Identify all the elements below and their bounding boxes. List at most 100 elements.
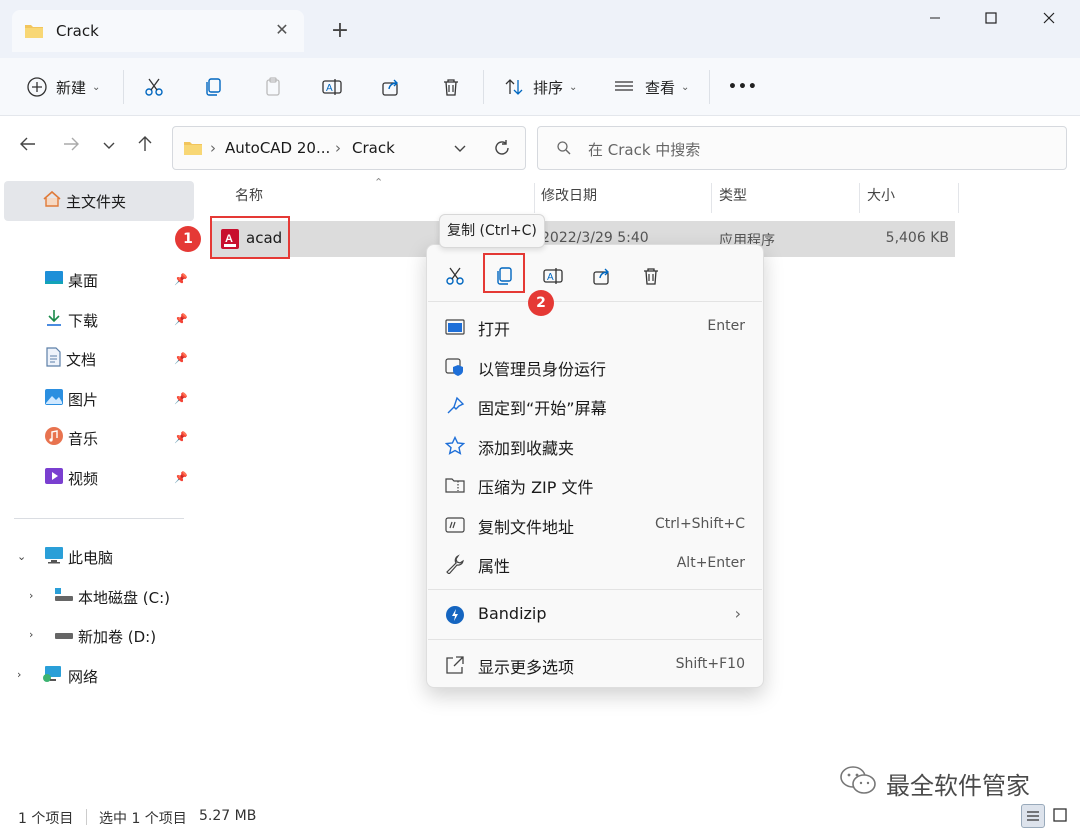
refresh-icon[interactable] [493,139,511,161]
menu-item-shortcut: Shift+F10 [675,656,745,672]
breadcrumb-autocad[interactable]: AutoCAD 20... [225,139,330,157]
chevron-right-icon[interactable]: › [29,628,33,641]
tiles-view-button[interactable] [1049,804,1073,828]
watermark-text: 最全软件管家 [886,771,1030,800]
share-button[interactable] [587,261,617,291]
pin-icon[interactable]: 📌 [174,273,188,286]
menu-item-compress-zip[interactable]: 压缩为 ZIP 文件 [431,467,759,503]
close-tab-icon[interactable]: ✕ [270,18,294,42]
menu-item-pin-start[interactable]: 固定到“开始”屏幕 [431,388,759,424]
recent-button[interactable] [95,135,123,163]
new-tab-button[interactable]: + [326,18,354,46]
sidebar-item-documents[interactable]: 文档 📌 [0,341,194,377]
chevron-down-icon[interactable]: ⌄ [17,550,26,563]
pin-icon[interactable]: 📌 [174,352,188,365]
sidebar-item-network[interactable]: › 网络 [0,658,194,694]
sidebar-item-this-pc[interactable]: ⌄ 此电脑 [0,539,194,575]
minimize-button[interactable] [912,4,958,36]
scissors-icon [446,267,464,285]
menu-item-properties[interactable]: 属性 Alt+Enter [431,546,759,582]
sidebar-item-home[interactable]: 主文件夹 [4,181,194,221]
sidebar-item-label: 本地磁盘 (C:) [78,588,170,607]
computer-icon [44,546,64,568]
pin-icon[interactable]: 📌 [174,431,188,444]
cut-button[interactable] [143,68,165,106]
tab-crack[interactable]: Crack ✕ [12,10,304,52]
arrow-up-icon [138,136,152,151]
menu-item-open[interactable]: 打开 Enter [431,309,759,345]
sort-button[interactable]: 排序 ⌄ [503,68,577,106]
sidebar-item-drive-c[interactable]: › 本地磁盘 (C:) [0,579,194,615]
chevron-down-icon: ⌄ [569,81,578,93]
menu-item-label: 压缩为 ZIP 文件 [478,478,594,497]
sidebar-item-desktop[interactable]: 桌面 📌 [0,262,194,298]
delete-button[interactable] [440,68,462,106]
chevron-down-icon[interactable] [453,141,467,159]
menu-item-label: 属性 [478,557,511,576]
details-view-button[interactable] [1021,804,1045,828]
paste-button[interactable] [262,68,284,106]
maximize-button[interactable] [968,4,1014,36]
column-header-modified[interactable]: 修改日期 [541,185,597,213]
highlight-box-file [210,216,290,259]
watermark: 最全软件管家 [838,764,1030,802]
share-button[interactable] [380,68,402,106]
status-selection-size: 5.27 MB [199,808,257,824]
pin-icon[interactable]: 📌 [174,471,188,484]
back-button[interactable] [14,135,42,163]
file-size: 5,406 KB [885,230,949,246]
column-header-type[interactable]: 类型 [719,185,747,213]
more-options-button[interactable]: ••• [728,68,758,106]
trash-icon [444,79,458,96]
address-bar[interactable]: › AutoCAD 20... › Crack [172,126,526,170]
view-button[interactable]: 查看 ⌄ [613,68,689,106]
chevron-down-icon: ⌄ [92,81,101,93]
sidebar-item-music[interactable]: 音乐 📌 [0,420,194,456]
menu-item-bandizip[interactable]: Bandizip › [431,597,759,633]
menu-item-run-as-admin[interactable]: 以管理员身份运行 [431,349,759,385]
column-header-size[interactable]: 大小 [867,185,895,213]
status-bar: 1 个项目 选中 1 个项目 5.27 MB [0,800,1080,832]
sidebar-item-downloads[interactable]: 下载 📌 [0,302,194,338]
menu-item-add-favorites[interactable]: 添加到收藏夹 [431,428,759,464]
address-row: › AutoCAD 20... › Crack 在 Crack 中搜索 [0,117,1080,179]
video-icon [44,467,64,489]
delete-button[interactable] [636,261,666,291]
new-button[interactable]: 新建 ⌄ [26,68,100,106]
drive-icon [54,587,74,607]
window-icon [443,315,467,339]
close-window-button[interactable] [1026,4,1072,36]
new-label: 新建 [56,78,87,97]
highlight-box-copy [483,253,525,293]
cut-button[interactable] [440,261,470,291]
sidebar-item-drive-d[interactable]: › 新加卷 (D:) [0,618,194,654]
rename-button[interactable]: A [538,261,568,291]
menu-item-copy-path[interactable]: 复制文件地址 Ctrl+Shift+C [431,507,759,543]
sidebar-item-label: 新加卷 (D:) [78,627,157,646]
rename-button[interactable]: A [321,68,343,106]
status-item-count: 1 个项目 [18,811,74,827]
star-icon [443,434,467,458]
arrow-left-icon [20,137,35,151]
copy-button[interactable] [202,68,224,106]
sidebar-item-label: 音乐 [68,429,99,448]
sidebar-item-pictures[interactable]: 图片 📌 [0,381,194,417]
breadcrumb-crack[interactable]: Crack [352,139,395,157]
title-bar: Crack ✕ + [0,0,1080,58]
pin-icon [443,394,467,418]
pin-icon[interactable]: 📌 [174,392,188,405]
column-header-name[interactable]: 名称 [235,185,263,213]
scissors-icon [145,78,163,96]
menu-item-shortcut: Alt+Enter [676,555,745,571]
search-input[interactable]: 在 Crack 中搜索 [537,126,1067,170]
svg-text:A: A [547,272,554,283]
music-icon [44,426,64,450]
menu-item-show-more[interactable]: 显示更多选项 Shift+F10 [431,647,759,683]
forward-button[interactable] [57,135,85,163]
up-button[interactable] [131,135,159,163]
chevron-right-icon[interactable]: › [17,668,21,681]
sidebar-item-videos[interactable]: 视频 📌 [0,460,194,496]
pin-icon[interactable]: 📌 [174,313,188,326]
share-icon [593,268,609,285]
chevron-right-icon[interactable]: › [29,589,33,602]
